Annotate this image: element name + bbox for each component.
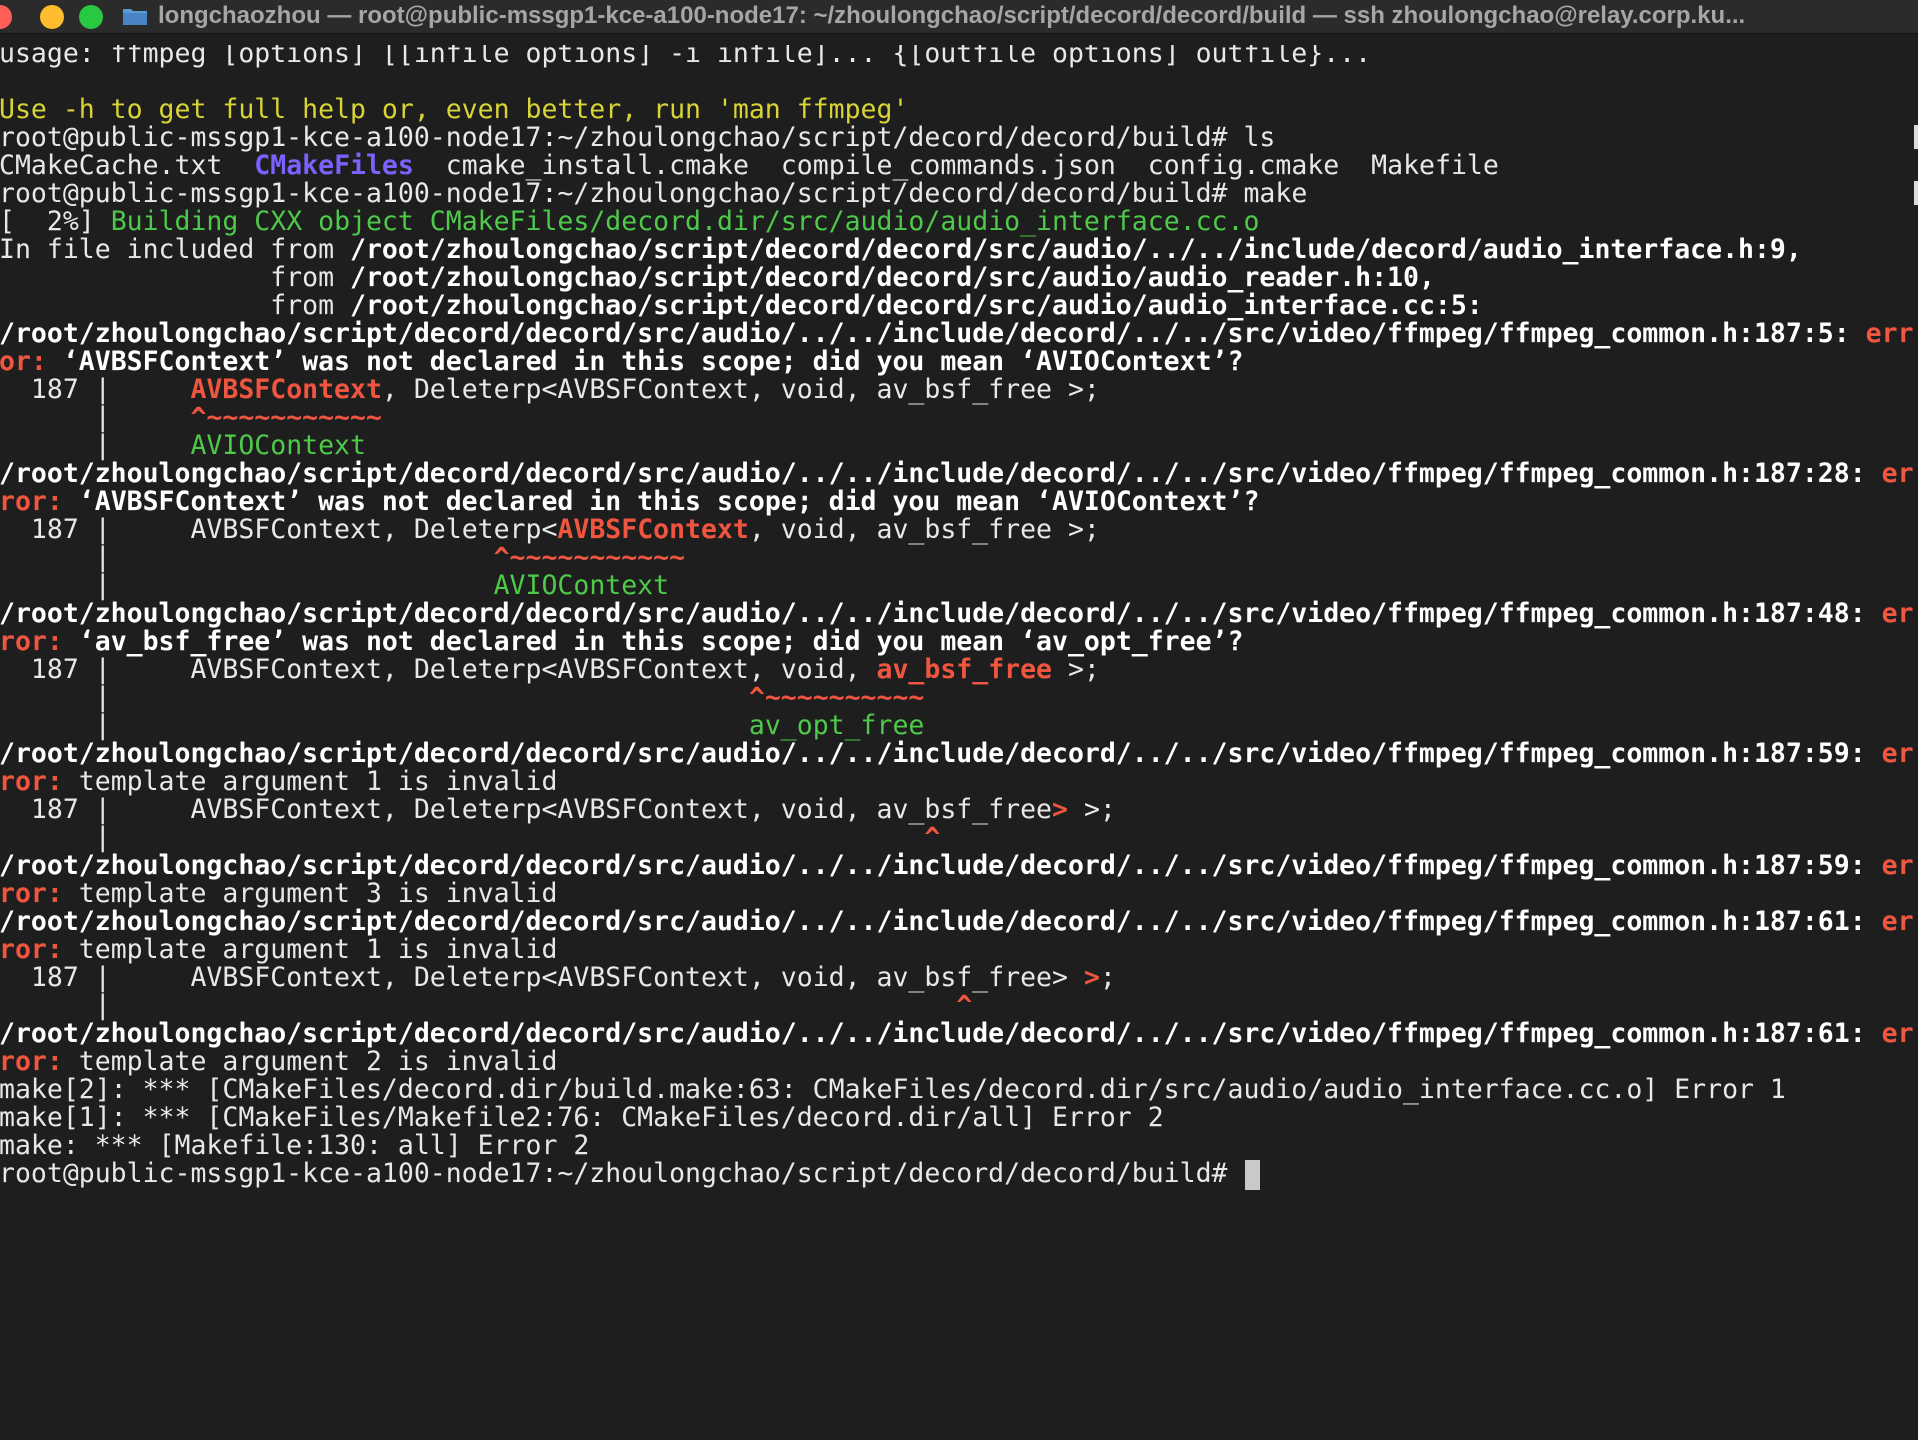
title-bar: longchaozhou — root@public-mssgp1-kce-a1… xyxy=(0,0,1918,34)
shell-prompt: root@public-mssgp1-kce-a100-node17:~/zho… xyxy=(0,1158,1244,1189)
close-window-button[interactable] xyxy=(0,5,12,29)
text-cursor xyxy=(1245,1159,1261,1190)
zoom-window-button[interactable] xyxy=(79,5,103,29)
prompt-line: root@public-mssgp1-kce-a100-node17:~/zho… xyxy=(0,1157,1918,1191)
terminal-window: longchaozhou — root@public-mssgp1-kce-a1… xyxy=(0,0,1918,1440)
scroll-marker xyxy=(1914,125,1918,149)
minimize-window-button[interactable] xyxy=(40,5,64,29)
scroll-marker xyxy=(1914,181,1918,205)
folder-icon xyxy=(122,6,148,26)
window-title: longchaozhou — root@public-mssgp1-kce-a1… xyxy=(158,2,1746,29)
terminal-line: usage: ffmpeg [options] [[infile options… xyxy=(0,45,1372,69)
terminal-output[interactable]: usage: ffmpeg [options] [[infile options… xyxy=(0,45,1918,1435)
